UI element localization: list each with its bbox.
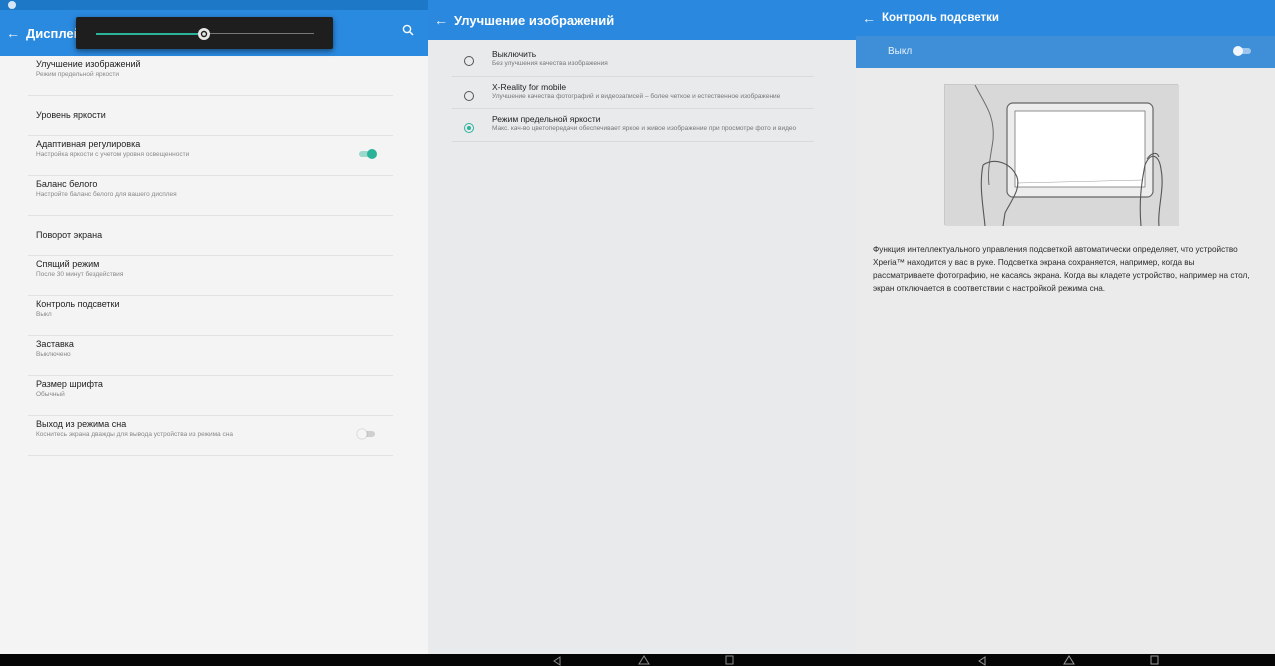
- list-item-image-enhancement[interactable]: Улучшение изображений Режим предельной я…: [28, 56, 393, 96]
- page-title: Дисплей: [26, 25, 82, 41]
- radio-button[interactable]: [464, 90, 474, 101]
- list-item-wake-up[interactable]: Выход из режима сна Коснитесь экрана два…: [28, 416, 393, 456]
- back-arrow-icon[interactable]: ←: [856, 10, 882, 26]
- option-super-vivid[interactable]: Режим предельной яркости Макс. кач-во цв…: [452, 109, 814, 142]
- status-bar: [0, 0, 428, 10]
- nav-back-icon[interactable]: [975, 654, 989, 666]
- page-title: Улучшение изображений: [454, 12, 615, 28]
- brightness-slider-thumb-icon[interactable]: [196, 26, 212, 42]
- option-off[interactable]: Выключить Без улучшения качества изображ…: [452, 44, 814, 77]
- adaptive-brightness-toggle[interactable]: [357, 148, 377, 160]
- backlight-description: Функция интеллектуального управления под…: [873, 245, 1250, 293]
- brightness-slider-track[interactable]: [204, 33, 314, 34]
- list-item-screensaver[interactable]: Заставка Выключено: [28, 336, 393, 376]
- brightness-slider-filled[interactable]: [96, 33, 204, 35]
- image-enhancement-appbar: ← Улучшение изображений: [428, 0, 856, 40]
- page-title: Контроль подсветки: [882, 12, 999, 24]
- hands-holding-tablet-illustration: [944, 84, 1179, 227]
- list-item-sleep[interactable]: Спящий режим После 30 минут бездействия: [28, 256, 393, 296]
- list-item-adaptive-brightness[interactable]: Адаптивная регулировка Настройка яркости…: [28, 136, 393, 176]
- list-item-font-size[interactable]: Размер шрифта Обычный: [28, 376, 393, 416]
- option-x-reality[interactable]: X-Reality for mobile Улучшение качества …: [452, 77, 814, 109]
- image-enhancement-options: Выключить Без улучшения качества изображ…: [452, 44, 814, 142]
- search-icon[interactable]: [402, 24, 414, 36]
- brightness-popup: [76, 17, 333, 49]
- nav-recents-icon[interactable]: [723, 654, 737, 666]
- backlight-appbar: ← Контроль подсветки: [856, 0, 1275, 36]
- back-arrow-icon[interactable]: ←: [0, 25, 26, 41]
- radio-button-selected[interactable]: [464, 123, 474, 133]
- list-item-backlight-control[interactable]: Контроль подсветки Выкл: [28, 296, 393, 336]
- wake-up-toggle[interactable]: [357, 428, 377, 440]
- backlight-state-label: Выкл: [888, 46, 913, 57]
- display-settings-list: Улучшение изображений Режим предельной я…: [28, 56, 393, 456]
- nav-home-icon[interactable]: [1062, 654, 1076, 666]
- backlight-control-panel: ← Контроль подсветки Выкл Функция интелл…: [856, 0, 1275, 666]
- backlight-switch[interactable]: [1233, 46, 1253, 56]
- back-arrow-icon[interactable]: ←: [428, 12, 454, 28]
- radio-button[interactable]: [464, 56, 474, 66]
- list-item-screen-rotation[interactable]: Поворот экрана: [28, 216, 393, 256]
- display-settings-panel: ← Дисплей Улучшение изображений Режим пр…: [0, 0, 428, 666]
- system-navigation-bar: [0, 654, 1275, 666]
- list-item-white-balance[interactable]: Баланс белого Настройте баланс белого дл…: [28, 176, 393, 216]
- notification-icon: [8, 1, 16, 9]
- nav-back-icon[interactable]: [550, 654, 564, 666]
- nav-home-icon[interactable]: [637, 654, 651, 666]
- list-item-brightness[interactable]: Уровень яркости: [28, 96, 393, 136]
- backlight-master-switch-row[interactable]: Выкл: [856, 36, 1275, 68]
- nav-recents-icon[interactable]: [1148, 654, 1162, 666]
